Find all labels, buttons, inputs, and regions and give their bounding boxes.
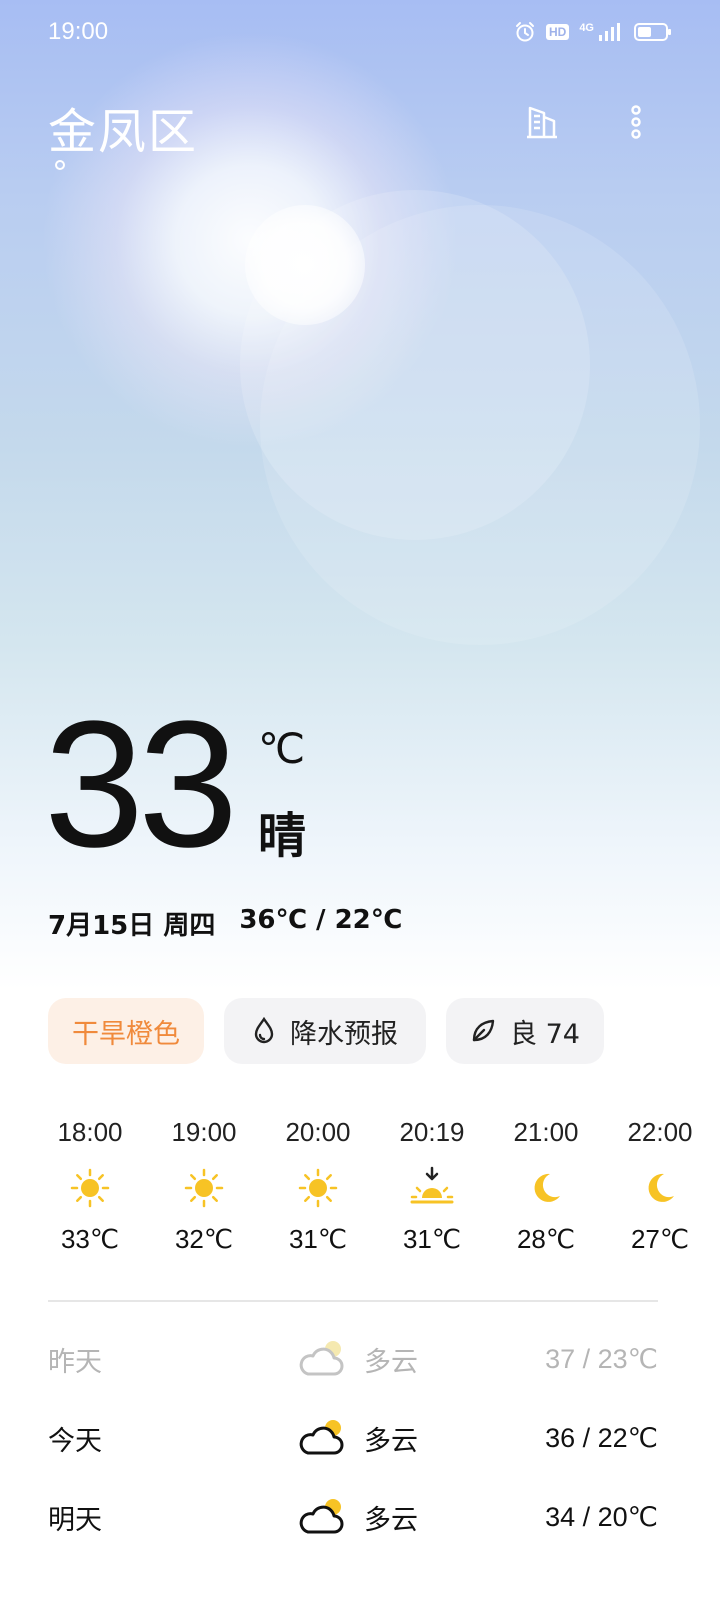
leaf-icon	[472, 1019, 495, 1042]
status-bar: 19:00 HD 4G	[0, 0, 720, 64]
temperature-unit: ℃	[258, 725, 306, 772]
hourly-time: 22:00	[627, 1117, 693, 1147]
hourly-time: 19:00	[171, 1117, 237, 1147]
daily-day: 明天	[48, 1505, 102, 1536]
daily-row[interactable]: 今天 多云 36 / 22℃	[48, 1399, 658, 1478]
daily-condition: 多云	[364, 1347, 418, 1378]
daily-condition: 多云	[364, 1426, 418, 1457]
raindrop-icon	[254, 1017, 274, 1044]
drought-warning-chip[interactable]: 干旱橙色	[48, 998, 204, 1064]
daily-row[interactable]: 昨天 多云 37 / 23℃	[48, 1320, 658, 1399]
daily-row[interactable]: 明天 多云 34 / 20℃	[48, 1478, 658, 1557]
moon-icon	[496, 1152, 596, 1224]
daily-day: 今天	[48, 1426, 102, 1457]
sun-core	[245, 205, 365, 325]
hourly-item: 20:19 31℃	[382, 1112, 482, 1255]
city-manage-button[interactable]	[522, 102, 562, 142]
city-name[interactable]: 金凤区	[48, 92, 198, 162]
current-condition: 晴	[258, 808, 307, 864]
battery-icon	[634, 22, 672, 42]
daily-range: 34 / 20℃	[545, 1502, 658, 1532]
hourly-temp: 31℃	[402, 1224, 462, 1254]
sun-icon	[268, 1152, 368, 1224]
hourly-temp: 31℃	[288, 1224, 348, 1254]
building-icon	[527, 106, 557, 139]
sunset-icon	[382, 1152, 482, 1224]
signal-icon	[598, 21, 624, 43]
daily-condition: 多云	[364, 1505, 418, 1536]
hourly-item: 22:00 27℃	[610, 1112, 710, 1255]
hourly-temp: 28℃	[516, 1224, 576, 1254]
daily-range: 36 / 22℃	[545, 1423, 658, 1453]
status-time: 19:00	[48, 18, 109, 45]
current-date: 7月15日 周四	[48, 911, 216, 941]
current-temperature: 33	[44, 684, 238, 885]
weather-screen: 19:00 HD 4G 金凤区 33 ℃ 晴 7月15日 周四 36℃ / 22…	[0, 0, 720, 1600]
hourly-time: 20:19	[399, 1117, 465, 1147]
hourly-time: 20:00	[285, 1117, 351, 1147]
network-type: 4G	[579, 22, 594, 34]
hourly-time: 18:00	[57, 1117, 123, 1147]
location-icon	[54, 158, 66, 177]
aqi-label: 良 74	[510, 1018, 580, 1050]
air-quality-chip[interactable]: 良 74	[446, 998, 604, 1064]
status-icons: HD 4G	[514, 21, 672, 43]
rain-label: 降水预报	[290, 1018, 398, 1050]
hourly-temp: 32℃	[174, 1224, 234, 1254]
daily-range: 37 / 23℃	[545, 1344, 658, 1374]
moon-icon	[610, 1152, 710, 1224]
partly-cloudy-icon	[296, 1417, 346, 1459]
partly-cloudy-icon	[296, 1338, 346, 1380]
hourly-temp: 27℃	[630, 1224, 690, 1254]
hourly-forecast[interactable]: 18:00 33℃ 19:00 32℃ 20:00 31℃ 20:19 31℃ 21:00 28℃…	[40, 1112, 700, 1272]
hd-badge: HD	[545, 24, 570, 40]
alarm-icon	[514, 21, 536, 43]
precipitation-forecast-chip[interactable]: 降水预报	[224, 998, 426, 1064]
daily-forecast: 昨天 多云 37 / 23℃ 今天 多云 36 / 22℃ 明天 多云 34 / 20℃	[48, 1320, 658, 1557]
today-range: 36℃ / 22℃	[239, 905, 403, 935]
divider	[48, 1300, 658, 1302]
hourly-temp: 33℃	[60, 1224, 120, 1254]
sun-icon	[40, 1152, 140, 1224]
sun-icon	[154, 1152, 254, 1224]
partly-cloudy-icon	[296, 1496, 346, 1538]
hourly-item: 19:00 32℃	[154, 1112, 254, 1255]
daily-day: 昨天	[48, 1347, 102, 1378]
info-chips: 干旱橙色 降水预报 良 74	[48, 998, 604, 1064]
date-line: 7月15日 周四 36℃ / 22℃	[48, 905, 402, 942]
more-vertical-icon	[631, 105, 641, 139]
hourly-item: 21:00 28℃	[496, 1112, 596, 1255]
hourly-item: 20:00 31℃	[268, 1112, 368, 1255]
hourly-item: 18:00 33℃	[40, 1112, 140, 1255]
warning-label: 干旱橙色	[72, 1018, 180, 1050]
hourly-time: 21:00	[513, 1117, 579, 1147]
more-options-button[interactable]	[622, 102, 650, 142]
